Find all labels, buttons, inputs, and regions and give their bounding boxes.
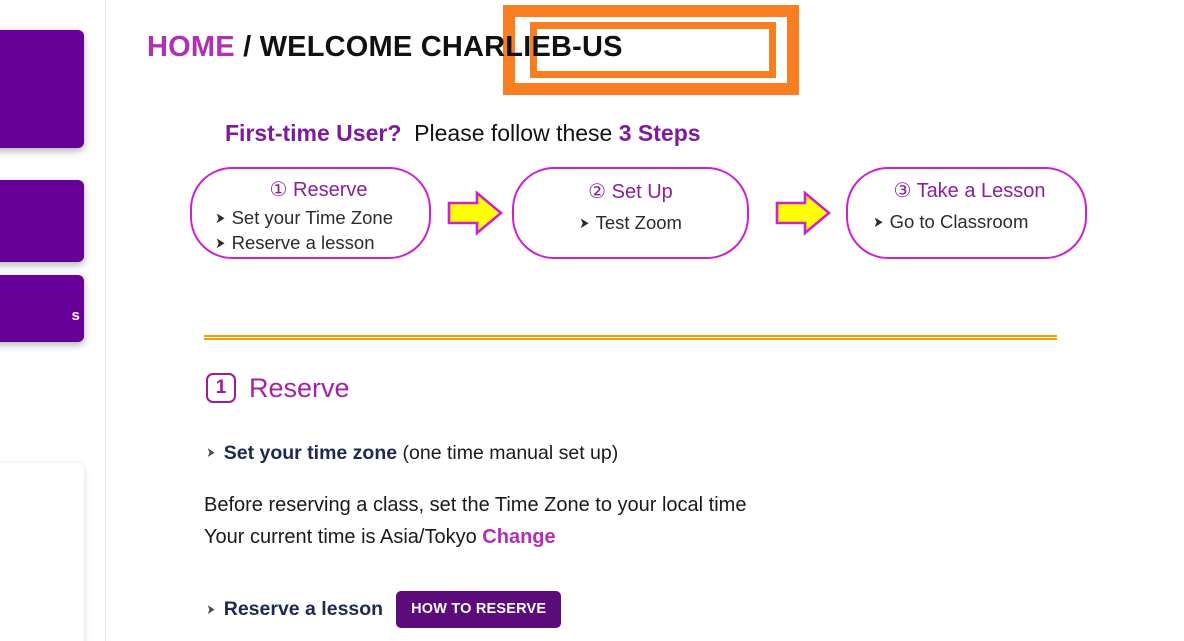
bullet-reserve-a-lesson-label: Reserve a lesson [223, 597, 384, 620]
step-1-item-1: Set your Time Zone [214, 205, 393, 230]
breadcrumb-welcome-label: WELCOME [259, 31, 413, 63]
bullet-reserve-a-lesson: ➤ Reserve a lesson HOW TO RESERVE [205, 591, 562, 628]
step-1-item-2: Reserve a lesson [214, 230, 393, 255]
current-time-text: Your current time is Asia/Tokyo [204, 526, 483, 549]
step-2-item-1: Test Zoom [578, 210, 682, 235]
how-to-reserve-button[interactable]: HOW TO RESERVE [396, 591, 562, 628]
section-number-badge: 1 [206, 373, 236, 403]
section-title: Reserve [249, 372, 350, 403]
breadcrumb-home-link[interactable]: HOME [147, 31, 235, 63]
sidebar-card-3-label: s [71, 307, 80, 324]
sidebar-card-1[interactable] [0, 30, 84, 148]
step-3-title: ③ Take a Lesson [893, 180, 1046, 202]
bullet-set-time-zone-label: Set your time zone [223, 442, 398, 464]
bullet-set-time-zone: ➤ Set your time zone (one time manual set… [205, 442, 619, 465]
first-time-user-heading: First-time User? Please follow these 3 S… [225, 120, 701, 147]
sidebar-card-3[interactable]: s [0, 275, 84, 342]
breadcrumb-separator: / [234, 31, 260, 63]
step-box-take-a-lesson: ③ Take a Lesson Go to Classroom [846, 167, 1087, 259]
section-heading-reserve: 1 Reserve [206, 368, 350, 408]
step-box-reserve: ① Reserve Set your Time Zone Reserve a l… [190, 167, 431, 259]
step-3-items: Go to Classroom [872, 209, 1029, 234]
sidebar: s [0, 0, 105, 641]
step-1-title: ① Reserve [269, 179, 368, 201]
bullet-set-time-zone-note: (one time manual set up) [397, 442, 619, 464]
step-2-items: Test Zoom [578, 210, 682, 235]
step-1-items: Set your Time Zone Reserve a lesson [214, 205, 393, 256]
step-box-setup: ② Set Up Test Zoom [512, 167, 749, 259]
main-content: HOME / WELCOME CHARLIEB-US First-time Us… [106, 0, 1184, 641]
breadcrumb-username: CHARLIEB-US [420, 31, 623, 63]
arrow-right-icon-2 [775, 190, 831, 236]
breadcrumb: HOME / WELCOME CHARLIEB-US [147, 31, 623, 64]
timezone-paragraph-line-1: Before reserving a class, set the Time Z… [204, 494, 747, 516]
first-time-user-instruction: Please follow these [414, 120, 619, 146]
first-time-user-question: First-time User? [225, 120, 402, 146]
first-time-user-steps-label: 3 Steps [618, 120, 701, 146]
arrow-right-icon-1 [447, 190, 503, 236]
bullet-arrow-icon-1: ➤ [206, 444, 216, 460]
change-timezone-link[interactable]: Change [482, 526, 555, 548]
sidebar-card-2[interactable] [0, 180, 84, 262]
timezone-paragraph: Before reserving a class, set the Time Z… [204, 489, 746, 554]
section-divider [204, 335, 1057, 340]
step-3-item-1: Go to Classroom [872, 209, 1029, 234]
sidebar-card-white[interactable] [0, 463, 84, 641]
step-2-title: ② Set Up [588, 181, 673, 203]
timezone-paragraph-line-2: Your current time is Asia/Tokyo Change [204, 521, 746, 553]
bullet-arrow-icon-2: ➤ [206, 600, 216, 617]
